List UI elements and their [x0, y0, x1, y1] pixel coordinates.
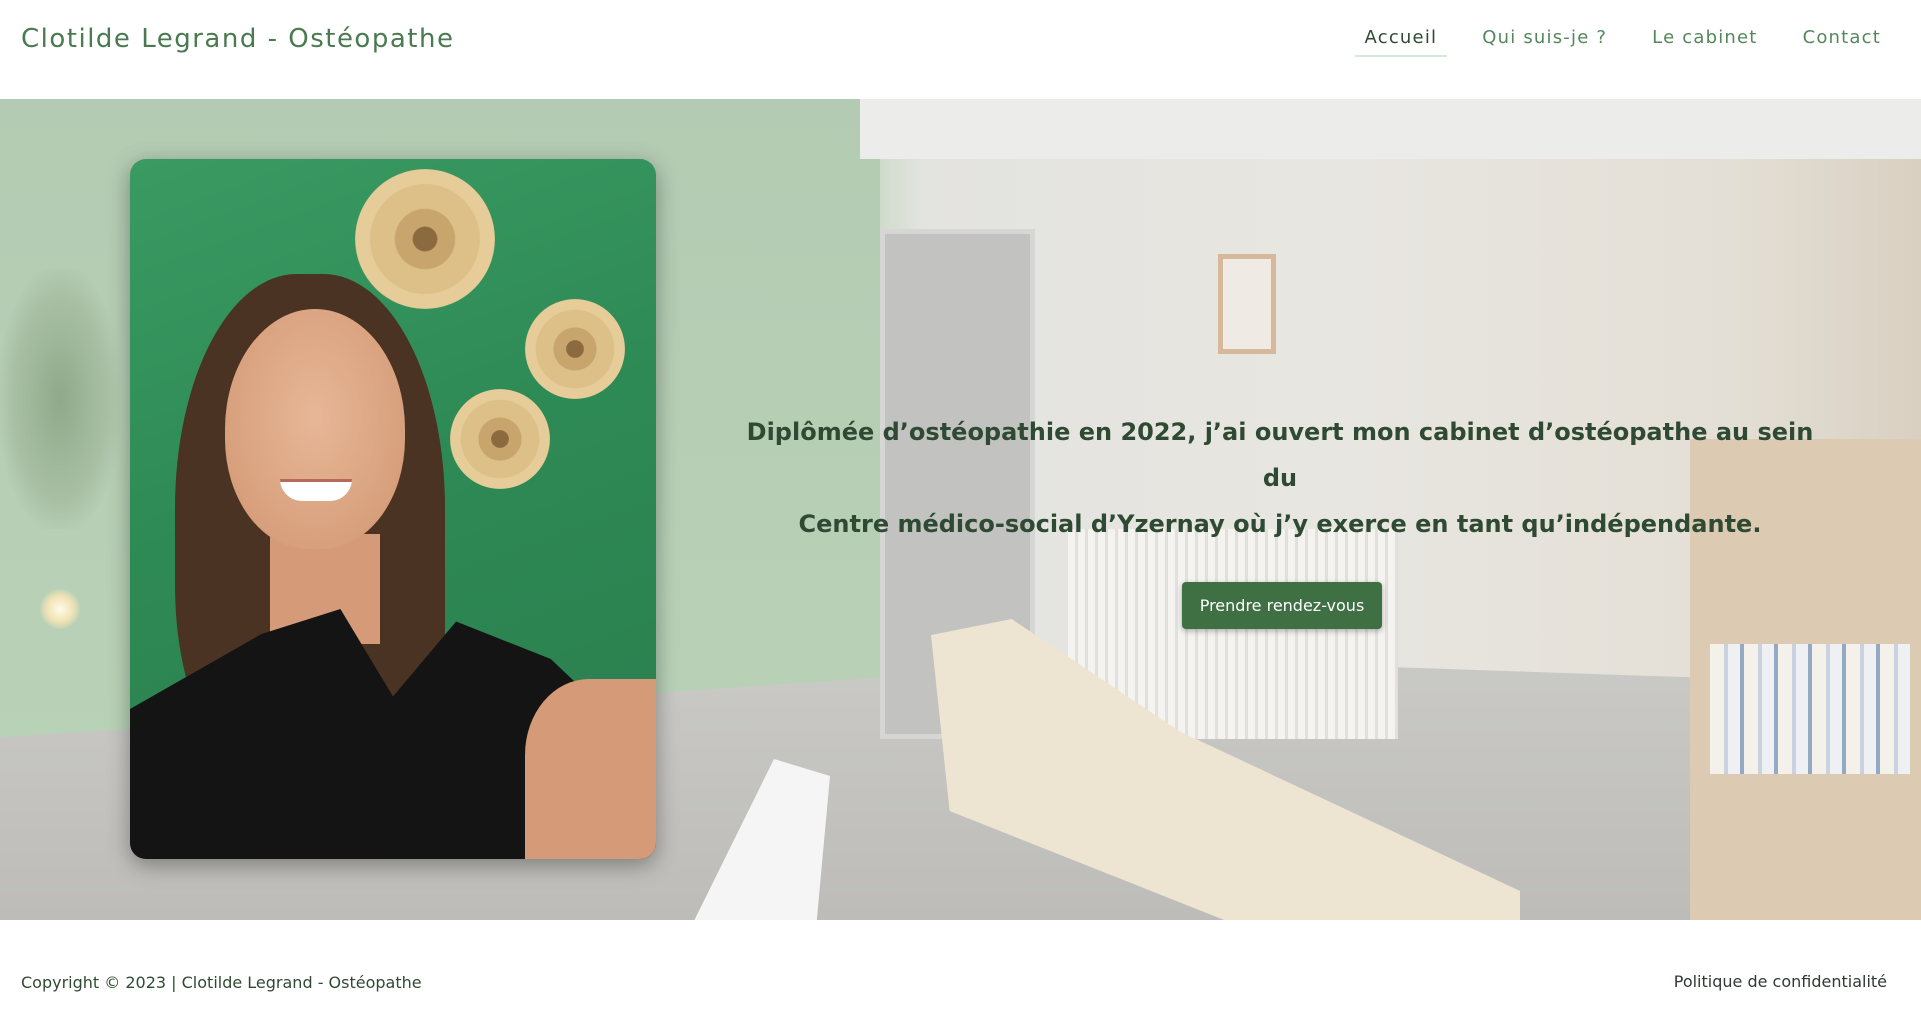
book-appointment-button[interactable]: Prendre rendez-vous	[1182, 582, 1382, 629]
portrait-smile	[280, 479, 352, 501]
portrait-arm	[525, 679, 656, 859]
background-plant	[0, 269, 120, 529]
background-books	[1710, 644, 1910, 774]
background-ceiling	[860, 99, 1921, 159]
background-lamp	[40, 589, 80, 629]
wall-decoration-weave	[450, 389, 550, 489]
wall-decoration-weave	[525, 299, 625, 399]
wall-decoration-weave	[355, 169, 495, 309]
site-footer: Copyright © 2023 | Clotilde Legrand - Os…	[0, 920, 1921, 1025]
hero-intro-line-1: Diplômée d’ostéopathie en 2022, j’ai ouv…	[746, 418, 1814, 492]
nav-item-accueil[interactable]: Accueil	[1354, 27, 1448, 57]
portrait-face	[225, 309, 405, 549]
main-nav: Accueil Qui suis-je ? Le cabinet Contact	[1330, 27, 1891, 57]
privacy-policy-link[interactable]: Politique de confidentialité	[1674, 972, 1887, 991]
site-header: Clotilde Legrand - Ostéopathe Accueil Qu…	[0, 0, 1921, 99]
nav-item-le-cabinet[interactable]: Le cabinet	[1642, 27, 1767, 57]
hero-intro-text: Diplômée d’ostéopathie en 2022, j’ai ouv…	[740, 409, 1820, 547]
nav-item-contact[interactable]: Contact	[1793, 27, 1891, 57]
site-title[interactable]: Clotilde Legrand - Ostéopathe	[21, 24, 454, 54]
copyright-text: Copyright © 2023 | Clotilde Legrand - Os…	[21, 973, 422, 992]
background-picture-frame	[1218, 254, 1276, 354]
nav-item-qui-suis-je[interactable]: Qui suis-je ?	[1472, 27, 1617, 57]
hero-section: Diplômée d’ostéopathie en 2022, j’ai ouv…	[0, 99, 1921, 920]
portrait-photo	[130, 159, 656, 859]
hero-intro-line-2: Centre médico-social d’Yzernay où j’y ex…	[798, 510, 1762, 538]
